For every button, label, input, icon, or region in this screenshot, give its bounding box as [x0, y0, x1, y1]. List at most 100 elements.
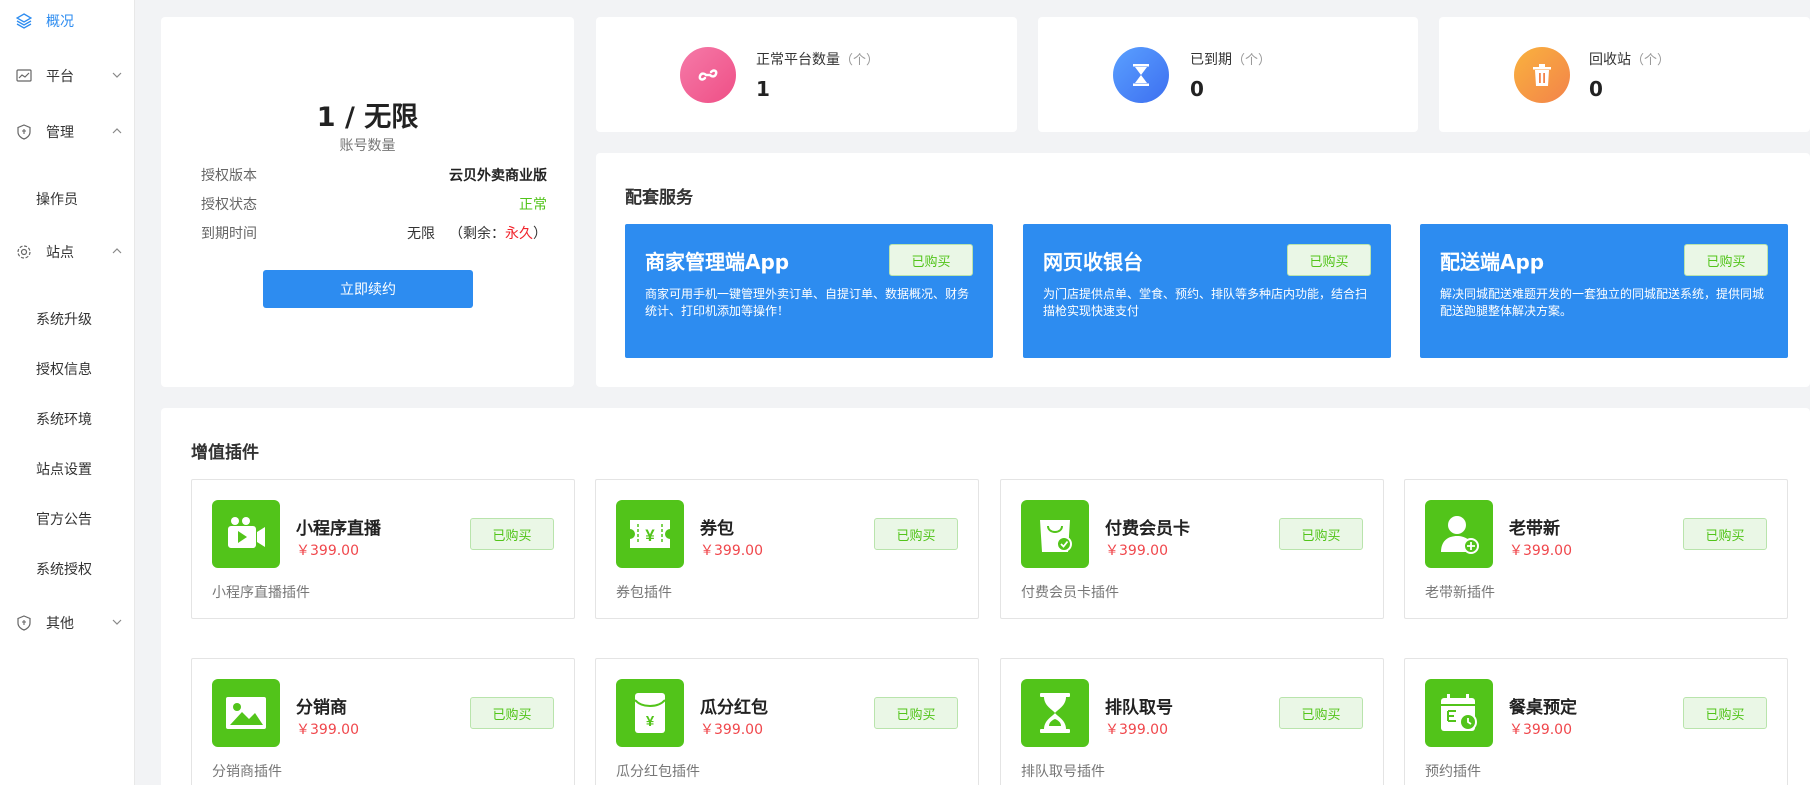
stat-label-text: 回收站: [1589, 52, 1631, 68]
stat-label: 回收站（个）: [1589, 49, 1670, 69]
plugin-name: 瓜分红包: [700, 693, 768, 718]
service-title: 商家管理端App: [645, 246, 789, 275]
row-label: 授权状态: [201, 194, 257, 214]
sidebar-item-label: 概况: [46, 11, 74, 31]
plugin-coupon-pack[interactable]: ¥ 券包 ￥399.00 已购买 券包插件: [595, 479, 979, 619]
license-version-row: 授权版本 云贝外卖商业版: [201, 165, 547, 185]
stat-unit: （个）: [1631, 53, 1670, 68]
purchased-button[interactable]: 已购买: [470, 518, 554, 550]
sidebar-item-upgrade[interactable]: 系统升级: [36, 309, 92, 329]
sidebar-item-manage[interactable]: 管理: [0, 120, 134, 144]
services-title: 配套服务: [625, 183, 693, 208]
trash-icon: [1514, 47, 1570, 103]
plugin-queue-number[interactable]: 排队取号 ￥399.00 已购买 排队取号插件: [1000, 658, 1384, 785]
plugin-price: ￥399.00: [296, 719, 359, 739]
chevron-down-icon: [110, 615, 124, 629]
plugin-mini-live[interactable]: 小程序直播 ￥399.00 已购买 小程序直播插件: [191, 479, 575, 619]
sidebar-item-site-settings[interactable]: 站点设置: [36, 459, 92, 479]
renew-button[interactable]: 立即续约: [263, 270, 473, 308]
plugin-name: 券包: [700, 514, 734, 539]
plugin-name: 排队取号: [1105, 693, 1173, 718]
service-delivery-app[interactable]: 配送端App 解决同城配送难题开发的一套独立的同城配送系统，提供同城配送跑腿整体…: [1420, 224, 1788, 358]
live-video-icon: [212, 500, 280, 568]
plugin-desc: 券包插件: [616, 582, 672, 602]
plugin-desc: 付费会员卡插件: [1021, 582, 1119, 602]
service-desc: 商家可用手机一键管理外卖订单、自提订单、数据概况、财务统计、打印机添加等操作！: [645, 286, 975, 320]
plugin-price: ￥399.00: [1105, 540, 1168, 560]
plugin-desc: 预约插件: [1425, 761, 1481, 781]
account-card: 1 / 无限 账号数量 授权版本 云贝外卖商业版 授权状态 正常 到期时间 无限…: [161, 17, 574, 387]
shield-icon: [16, 615, 32, 631]
service-desc: 为门店提供点单、堂食、预约、排队等多种店内功能，结合扫描枪实现快速支付: [1043, 286, 1373, 320]
stat-card-expired: 已到期（个） 0: [1038, 17, 1418, 132]
remain-prefix: （剩余：: [449, 226, 505, 242]
license-status-row: 授权状态 正常: [201, 194, 547, 214]
plugin-desc: 分销商插件: [212, 761, 282, 781]
plugin-name: 老带新: [1509, 514, 1560, 539]
purchased-button[interactable]: 已购买: [470, 697, 554, 729]
plugin-split-red-packet[interactable]: ¥ 瓜分红包 ￥399.00 已购买 瓜分红包插件: [595, 658, 979, 785]
plugin-distributor[interactable]: 分销商 ￥399.00 已购买 分销商插件: [191, 658, 575, 785]
layers-icon: [16, 13, 32, 29]
chevron-down-icon: [110, 68, 124, 82]
sidebar-item-operator[interactable]: 操作员: [36, 189, 78, 209]
sidebar: 概况 平台 管理 操作员 站点 系统升级 授权信息 系统环境 站点设置 官方公告…: [0, 0, 135, 785]
sidebar-item-environment[interactable]: 系统环境: [36, 409, 92, 429]
purchased-button[interactable]: 已购买: [1683, 697, 1767, 729]
plugin-desc: 老带新插件: [1425, 582, 1495, 602]
plugin-price: ￥399.00: [700, 719, 763, 739]
plugin-paid-member-card[interactable]: 付费会员卡 ￥399.00 已购买 付费会员卡插件: [1000, 479, 1384, 619]
plugin-referral[interactable]: 老带新 ￥399.00 已购买 老带新插件: [1404, 479, 1788, 619]
sidebar-item-overview[interactable]: 概况: [0, 9, 134, 33]
plugins-title: 增值插件: [191, 438, 259, 463]
plugin-desc: 瓜分红包插件: [616, 761, 700, 781]
row-label: 授权版本: [201, 165, 257, 185]
service-web-cashier[interactable]: 网页收银台 为门店提供点单、堂食、预约、排队等多种店内功能，结合扫描枪实现快速支…: [1023, 224, 1391, 358]
stat-value: 0: [1589, 77, 1603, 101]
chevron-up-icon: [110, 124, 124, 138]
plugin-name: 餐桌预定: [1509, 693, 1577, 718]
stat-unit: （个）: [840, 53, 879, 68]
plugin-price: ￥399.00: [1105, 719, 1168, 739]
sidebar-item-other[interactable]: 其他: [0, 611, 134, 635]
sidebar-item-label: 站点: [46, 242, 74, 262]
sidebar-item-license-info[interactable]: 授权信息: [36, 359, 92, 379]
link-icon: [680, 47, 736, 103]
stat-value: 0: [1190, 77, 1204, 101]
plugin-price: ￥399.00: [1509, 540, 1572, 560]
plugin-name: 分销商: [296, 693, 347, 718]
stat-card-normal-platforms: 正常平台数量（个） 1: [596, 17, 1017, 132]
stat-value: 1: [756, 77, 770, 101]
purchased-button[interactable]: 已购买: [874, 518, 958, 550]
purchased-button[interactable]: 已购买: [1279, 697, 1363, 729]
plugin-name: 小程序直播: [296, 514, 381, 539]
row-label: 到期时间: [201, 223, 257, 243]
purchased-button[interactable]: 已购买: [889, 244, 973, 276]
service-merchant-app[interactable]: 商家管理端App 商家可用手机一键管理外卖订单、自提订单、数据概况、财务统计、打…: [625, 224, 993, 358]
plugin-price: ￥399.00: [296, 540, 359, 560]
plugin-price: ￥399.00: [1509, 719, 1572, 739]
purchased-button[interactable]: 已购买: [1683, 518, 1767, 550]
purchased-button[interactable]: 已购买: [1279, 518, 1363, 550]
stat-label-text: 已到期: [1190, 52, 1232, 68]
stat-label-text: 正常平台数量: [756, 52, 840, 68]
sidebar-item-platform[interactable]: 平台: [0, 64, 134, 88]
hourglass-icon: [1113, 47, 1169, 103]
plugin-desc: 小程序直播插件: [212, 582, 310, 602]
chevron-up-icon: [110, 244, 124, 258]
purchased-button[interactable]: 已购买: [874, 697, 958, 729]
plugin-table-reservation[interactable]: 餐桌预定 ￥399.00 已购买 预约插件: [1404, 658, 1788, 785]
row-value: 云贝外卖商业版: [449, 165, 547, 185]
account-count-label: 账号数量: [161, 135, 574, 155]
service-title: 网页收银台: [1043, 246, 1143, 275]
sidebar-item-site[interactable]: 站点: [0, 240, 134, 264]
sidebar-item-label: 平台: [46, 66, 74, 86]
stat-label: 已到期（个）: [1190, 49, 1271, 69]
purchased-button[interactable]: 已购买: [1684, 244, 1768, 276]
image-icon: [212, 679, 280, 747]
purchased-button[interactable]: 已购买: [1287, 244, 1371, 276]
sidebar-item-label: 其他: [46, 613, 74, 633]
user-add-icon: [1425, 500, 1493, 568]
sidebar-item-authorization[interactable]: 系统授权: [36, 559, 92, 579]
sidebar-item-announcement[interactable]: 官方公告: [36, 509, 92, 529]
